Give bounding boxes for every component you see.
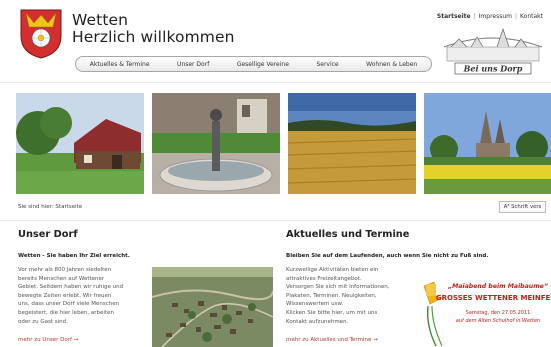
section-title-aktuelles: Aktuelles und Termine: [286, 229, 410, 240]
top-link-separator: |: [473, 13, 476, 20]
site-title-line1: Wetten: [72, 11, 129, 29]
more-link-aktuelles[interactable]: mehr zu Aktuelles und Termine →: [286, 337, 378, 343]
section-title-unser-dorf: Unser Dorf: [18, 229, 78, 240]
photo-church-field[interactable]: [424, 93, 551, 194]
text-line: Klicken Sie bitte hier, um mit uns: [286, 309, 378, 316]
nav-item-service[interactable]: Service: [316, 61, 338, 68]
section-text-aktuelles: Kurzweilige Aktivitäten bieten ein attra…: [286, 266, 390, 326]
text-line: uns, dass unser Dorf viele Menschen: [18, 301, 120, 308]
site-title: Wetten Herzlich willkommen: [72, 12, 235, 46]
poster-line-3: Samstag, den 27.05.2011: [466, 310, 531, 316]
nav-item-aktuelles[interactable]: Aktuelles & Termine: [90, 61, 150, 68]
top-link-separator: |: [515, 13, 518, 20]
text-line: Plakaten, Terminen, Neuigkeiten,: [286, 292, 377, 299]
nav-item-unser-dorf[interactable]: Unser Dorf: [177, 61, 209, 68]
nav-item-vereine[interactable]: Gesellige Vereine: [237, 61, 289, 68]
stamp-text: Bei uns Dorp: [463, 64, 523, 74]
text-line: Gebiet. Seitdem haben wir ruhige und: [18, 284, 124, 291]
text-line: oder zu Gast sind.: [18, 318, 68, 325]
village-stamp-logo: Bei uns Dorp: [443, 27, 543, 75]
top-link-kontakt[interactable]: Kontakt: [520, 13, 543, 20]
section-lead-unser-dorf: Wetten - Sie haben Ihr Ziel erreicht.: [18, 253, 130, 259]
poster-line-1: „Maiabend beim Maibaume“: [447, 283, 549, 290]
more-link-unser-dorf[interactable]: mehr zu Unser Dorf →: [18, 337, 78, 343]
text-line: bereits Menschen auf Wettener: [18, 275, 105, 282]
text-line: begeistert, die hier leben, arbeiten: [18, 309, 114, 316]
header-divider: [0, 82, 551, 83]
maifest-poster[interactable]: „Maiabend beim Maibaume“ GROSSES WETTENE…: [420, 276, 551, 347]
photo-aerial-village[interactable]: [152, 267, 273, 347]
coat-of-arms-logo[interactable]: [20, 9, 62, 59]
main-navigation: Aktuelles & Termine Unser Dorf Gesellige…: [75, 56, 432, 72]
top-link-impressum[interactable]: Impressum: [479, 13, 512, 20]
nav-item-wohnen[interactable]: Wohnen & Leben: [366, 61, 417, 68]
section-lead-aktuelles: Bleiben Sie auf dem Laufenden, auch wenn…: [286, 253, 489, 259]
text-line: bewegte Zeiten erlebt. Wir freuen: [18, 292, 112, 299]
top-links: Startseite | Impressum | Kontakt: [437, 13, 543, 20]
text-line: attraktives Freizeitangebot.: [286, 275, 362, 282]
text-line: Versorgen Sie sich mit Informationen,: [286, 284, 390, 291]
poster-line-4: auf dem Alten Schulhof in Wetten: [456, 318, 540, 324]
top-link-startseite[interactable]: Startseite: [437, 13, 471, 20]
photo-fountain[interactable]: [152, 93, 280, 194]
breadcrumb: Sie sind hier: Startseite: [18, 204, 83, 210]
font-size-toggle-button[interactable]: A³ Schrift vers: [499, 201, 546, 213]
photo-farmhouse[interactable]: [16, 93, 144, 194]
site-title-line2: Herzlich willkommen: [72, 28, 235, 46]
poster-line-2: GROSSES WETTENER MEINFEST: [436, 294, 551, 302]
content-divider: [0, 220, 551, 221]
text-line: Wissenswertem usw.: [286, 301, 344, 308]
photo-wheat-field[interactable]: [288, 93, 416, 194]
text-line: Kontakt aufzunehmen.: [286, 318, 349, 325]
section-text-unser-dorf: Vor mehr als 800 Jahren siedelten bereit…: [18, 266, 123, 326]
text-line: Kurzweilige Aktivitäten bieten ein: [286, 267, 379, 273]
text-line: Vor mehr als 800 Jahren siedelten: [18, 267, 112, 273]
